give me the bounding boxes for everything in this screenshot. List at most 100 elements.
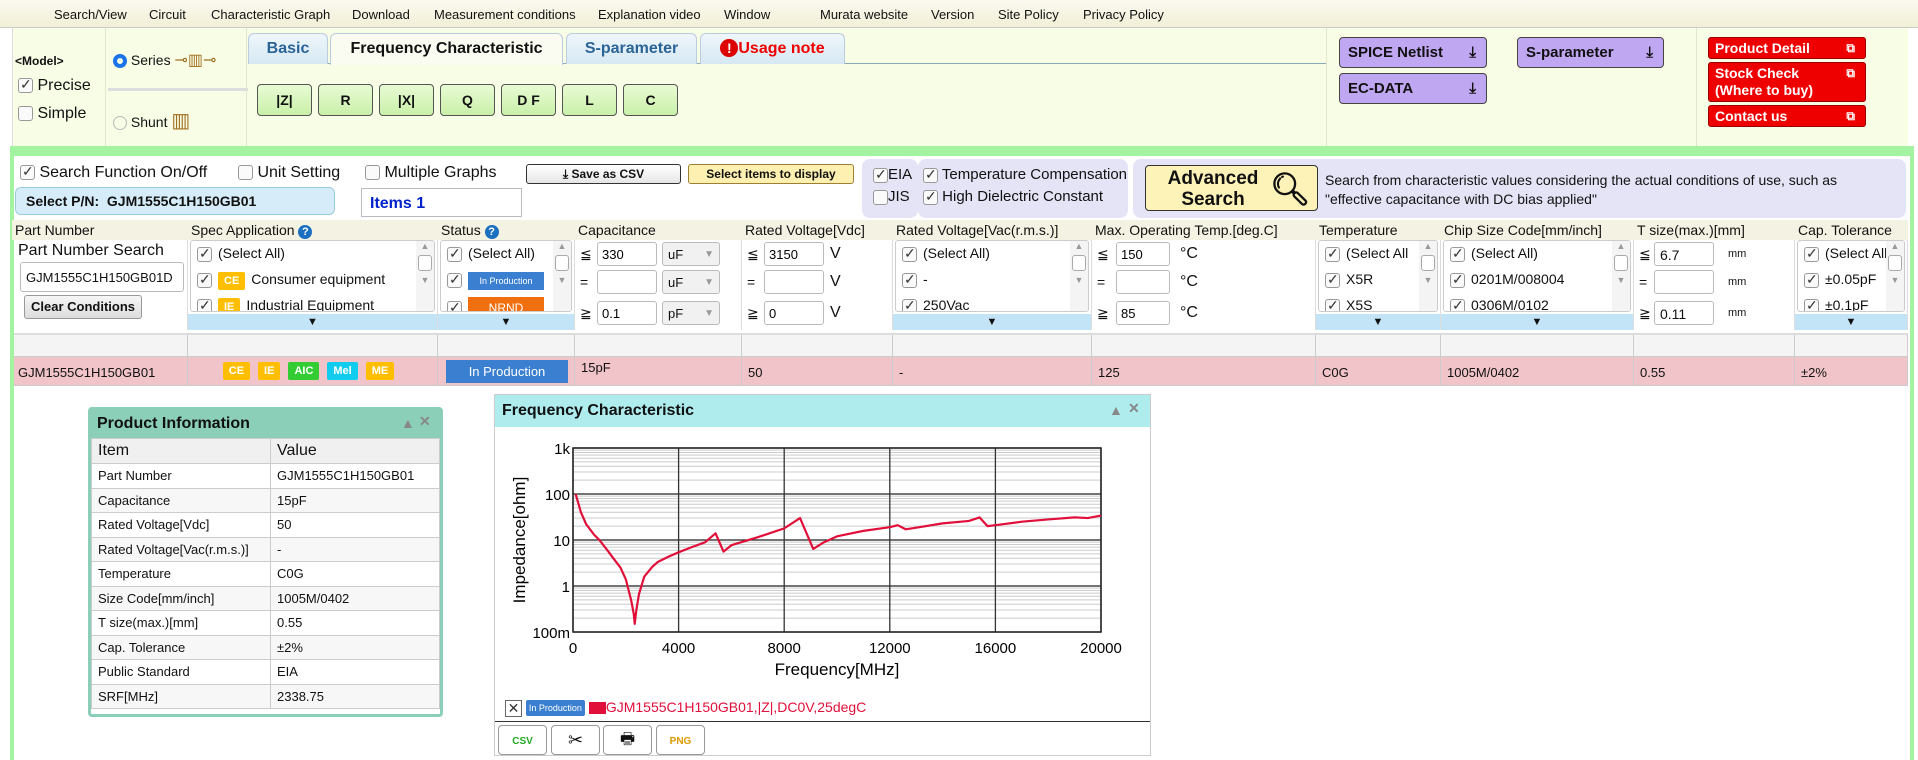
rated_vdc-eq-input[interactable] bbox=[764, 270, 824, 294]
jis-checkbox[interactable] bbox=[873, 189, 888, 205]
filter-option[interactable]: (Select All) bbox=[1444, 241, 1630, 267]
contact-us-link[interactable]: Contact us ⧉ bbox=[1708, 105, 1866, 127]
capacitance-min-unit-select[interactable]: pF ▼ bbox=[662, 301, 720, 325]
graph-button[interactable]: |Z| bbox=[257, 84, 312, 116]
eia-checkbox[interactable] bbox=[873, 166, 888, 183]
graph-button[interactable]: L bbox=[562, 84, 617, 116]
tools-button[interactable]: ✂ bbox=[551, 725, 600, 755]
search-function-toggle[interactable]: Search Function On/Off bbox=[20, 163, 207, 182]
checkbox[interactable] bbox=[1450, 297, 1465, 311]
checkbox[interactable] bbox=[1325, 297, 1340, 311]
capacitance-eq-unit-select[interactable]: uF ▼ bbox=[662, 270, 720, 294]
checkbox[interactable] bbox=[447, 271, 462, 288]
menu-item[interactable]: Circuit bbox=[149, 7, 186, 22]
menu-item[interactable]: Privacy Policy bbox=[1083, 7, 1164, 22]
tab-0[interactable]: Basic bbox=[248, 33, 328, 64]
menu-item[interactable]: Characteristic Graph bbox=[211, 7, 330, 22]
stock-check-link[interactable]: Stock Check (Where to buy) ⧉ bbox=[1708, 62, 1866, 102]
filter-list[interactable]: (Select All) - 250Vac ▲▼ bbox=[895, 240, 1089, 312]
scrollbar[interactable]: ▲ ▼ bbox=[1612, 241, 1630, 311]
select-items-button[interactable]: Select items to display bbox=[688, 164, 854, 184]
high-diel-checkbox[interactable] bbox=[923, 188, 938, 205]
precise-checkbox[interactable] bbox=[18, 76, 33, 94]
filter-option[interactable]: - bbox=[896, 267, 1088, 293]
capacitance-eq-input[interactable] bbox=[597, 270, 657, 294]
filter-list[interactable]: (Select All) In Production NRND ▲▼ bbox=[440, 240, 572, 312]
print-button[interactable]: 🖶 bbox=[603, 725, 652, 755]
scrollbar[interactable]: ▲ ▼ bbox=[553, 241, 571, 311]
tab-3[interactable]: ! Usage note bbox=[700, 33, 845, 64]
multiple-graphs-toggle[interactable]: Multiple Graphs bbox=[365, 164, 497, 182]
filter-option[interactable]: 250Vac bbox=[896, 293, 1088, 311]
checkbox[interactable] bbox=[902, 297, 917, 311]
close-icon[interactable]: ✕ bbox=[1128, 400, 1140, 417]
capacitance-min-input[interactable] bbox=[597, 301, 657, 325]
graph-button[interactable]: Q bbox=[440, 84, 495, 116]
checkbox[interactable] bbox=[197, 271, 212, 288]
part-number-search-input[interactable]: GJM1555C1H150GB01D bbox=[20, 262, 184, 292]
checkbox[interactable] bbox=[1450, 271, 1465, 288]
menu-item[interactable]: Search/View bbox=[54, 7, 127, 22]
menu-item[interactable]: Site Policy bbox=[998, 7, 1059, 22]
graph-button[interactable]: R bbox=[318, 84, 373, 116]
png-export-button[interactable]: PNG bbox=[656, 725, 705, 755]
tab-1[interactable]: Frequency Characteristic bbox=[330, 33, 563, 65]
checkbox[interactable] bbox=[1804, 245, 1819, 262]
filter-option[interactable]: (Select All) bbox=[441, 241, 571, 267]
expand-list-button[interactable]: ▼ bbox=[893, 314, 1091, 330]
high-diel-toggle[interactable]: High Dielectric Constant bbox=[923, 188, 1103, 205]
unit-setting-toggle[interactable]: Unit Setting bbox=[238, 164, 340, 182]
expand-list-button[interactable]: ▼ bbox=[1795, 314, 1907, 330]
collapse-icon[interactable]: ▲ bbox=[401, 415, 415, 431]
menu-item[interactable]: Measurement conditions bbox=[434, 7, 576, 22]
checkbox[interactable] bbox=[1804, 297, 1819, 311]
shunt-option[interactable]: Shunt ▥ bbox=[113, 108, 190, 133]
t_size-min-input[interactable]: 0.11 bbox=[1654, 301, 1714, 325]
menu-item[interactable]: Murata website bbox=[820, 7, 908, 22]
product-detail-link[interactable]: Product Detail ⧉ bbox=[1708, 37, 1866, 59]
spice-netlist-download-button[interactable]: SPICE Netlist ⤓ bbox=[1339, 37, 1487, 68]
filter-option[interactable]: 0201M/008004 bbox=[1444, 267, 1630, 293]
scrollbar[interactable]: ▲ ▼ bbox=[416, 241, 434, 311]
filter-option[interactable]: CE Consumer equipment bbox=[191, 267, 434, 293]
max_temp-min-input[interactable] bbox=[1116, 301, 1170, 325]
table-row[interactable]: GJM1555C1H150GB01 CE IE AIC Mel ME In Producti… bbox=[14, 357, 1908, 386]
filter-option[interactable]: IE Industrial Equipment bbox=[191, 293, 434, 311]
close-icon[interactable]: ✕ bbox=[419, 413, 431, 430]
search-function-checkbox[interactable] bbox=[20, 163, 35, 181]
ec-data-download-button[interactable]: EC-DATA ⤓ bbox=[1339, 73, 1487, 104]
menu-item[interactable]: Explanation video bbox=[598, 7, 701, 22]
checkbox[interactable] bbox=[197, 297, 212, 311]
tab-2[interactable]: S-parameter bbox=[566, 33, 697, 64]
filter-option[interactable]: NRND bbox=[441, 293, 571, 311]
rated_vdc-min-input[interactable] bbox=[764, 301, 824, 325]
checkbox[interactable] bbox=[447, 245, 462, 262]
filter-list[interactable]: (Select All X5R X5S ▲▼ bbox=[1318, 240, 1438, 312]
unit-setting-checkbox[interactable] bbox=[238, 165, 253, 181]
jis-toggle[interactable]: JIS bbox=[873, 188, 910, 205]
filter-list[interactable]: (Select All) 0201M/008004 0306M/0102 ▲▼ bbox=[1443, 240, 1631, 312]
scrollbar[interactable]: ▲ ▼ bbox=[1070, 241, 1088, 311]
temp-comp-checkbox[interactable] bbox=[923, 166, 938, 183]
checkbox[interactable] bbox=[902, 245, 917, 262]
remove-series-icon[interactable]: ✕ bbox=[505, 699, 522, 717]
help-icon[interactable]: ? bbox=[484, 225, 499, 239]
precise-option[interactable]: Precise bbox=[18, 76, 91, 95]
checkbox[interactable] bbox=[1804, 271, 1819, 288]
save-as-csv-button[interactable]: ⤓ Save as CSV bbox=[526, 164, 681, 184]
eia-toggle[interactable]: EIA bbox=[873, 166, 912, 183]
collapse-icon[interactable]: ▲ bbox=[1109, 402, 1123, 418]
temp-comp-toggle[interactable]: Temperature Compensation bbox=[923, 166, 1127, 183]
capacitance-max-input[interactable] bbox=[597, 242, 657, 266]
checkbox[interactable] bbox=[197, 245, 212, 262]
s-parameter-download-button[interactable]: S-parameter ⤓ bbox=[1517, 37, 1664, 68]
filter-option[interactable]: 0306M/0102 bbox=[1444, 293, 1630, 311]
scrollbar[interactable]: ▲ ▼ bbox=[1886, 241, 1904, 311]
filter-list[interactable]: (Select All) CE Consumer equipment IE Indust… bbox=[190, 240, 435, 312]
shunt-radio[interactable] bbox=[113, 116, 127, 131]
checkbox[interactable] bbox=[447, 299, 462, 311]
advanced-search-button[interactable]: Advanced Search 🔍︎ bbox=[1145, 165, 1318, 211]
checkbox[interactable] bbox=[1450, 245, 1465, 262]
help-icon[interactable]: ? bbox=[298, 225, 313, 239]
scrollbar[interactable]: ▲ ▼ bbox=[1419, 241, 1437, 311]
